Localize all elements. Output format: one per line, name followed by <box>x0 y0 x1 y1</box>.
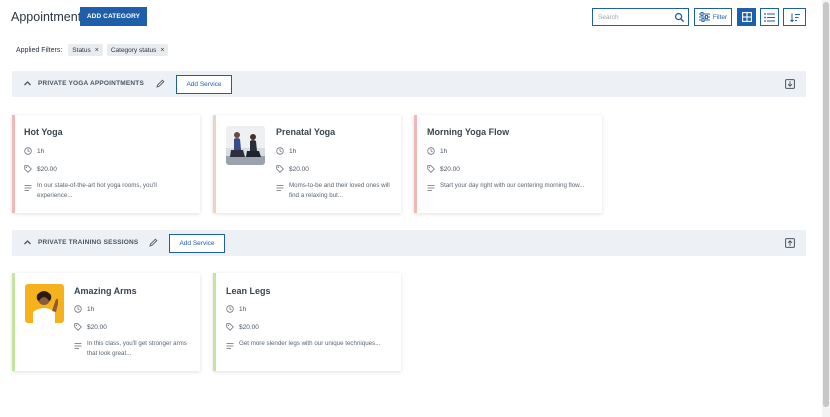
service-price: $20.00 <box>427 165 460 173</box>
description-icon <box>226 343 234 349</box>
service-description: Moms-to-be and their loved ones will fin… <box>289 182 390 199</box>
price-tag-icon <box>74 323 82 331</box>
duration-value: 1h <box>440 147 448 155</box>
service-title: Amazing Arms <box>74 286 137 296</box>
service-image <box>226 126 265 165</box>
price-tag-icon <box>276 165 284 173</box>
service-card[interactable]: Amazing Arms 1h $20.00 In this class, yo… <box>12 273 200 371</box>
clock-icon <box>427 147 435 155</box>
service-title: Morning Yoga Flow <box>427 127 510 137</box>
sort-button[interactable] <box>783 8 806 26</box>
description-icon <box>74 343 82 349</box>
add-service-button[interactable]: Add Service <box>169 234 225 253</box>
service-image <box>25 284 64 323</box>
sliders-icon <box>698 12 710 22</box>
applied-filters-label: Applied Filters: <box>16 46 63 54</box>
duration-value: 1h <box>289 147 297 155</box>
service-description: In this class, you'll get stronger arms … <box>87 340 187 357</box>
grid-view-button[interactable] <box>737 8 756 26</box>
clock-icon <box>24 147 32 155</box>
clock-icon <box>74 305 82 313</box>
filter-chip-status: Status × <box>68 44 103 56</box>
add-category-button[interactable]: ADD CATEGORY <box>80 7 147 26</box>
clock-icon <box>226 305 234 313</box>
price-value: $20.00 <box>239 323 259 331</box>
service-card[interactable]: Prenatal Yoga 1h $20.00 Moms-to-be and t… <box>213 115 401 213</box>
service-card[interactable]: Hot Yoga 1h $20.00 In our state-of-the-a… <box>12 115 200 213</box>
description-icon <box>24 185 32 191</box>
price-value: $20.00 <box>440 165 460 173</box>
description-icon <box>427 185 435 191</box>
service-duration: 1h <box>24 147 44 155</box>
price-tag-icon <box>24 165 32 173</box>
close-icon[interactable]: × <box>95 47 99 54</box>
service-duration: 1h <box>276 147 296 155</box>
service-title: Hot Yoga <box>24 127 63 137</box>
service-card[interactable]: Lean Legs 1h $20.00 Get more slender leg… <box>213 273 401 371</box>
chevron-up-icon[interactable] <box>23 79 32 88</box>
price-tag-icon <box>427 165 435 173</box>
service-title: Lean Legs <box>226 286 271 296</box>
scrollbar-thumb[interactable] <box>823 2 829 407</box>
list-view-button[interactable] <box>760 8 779 26</box>
duration-value: 1h <box>87 305 95 313</box>
service-price: $20.00 <box>226 323 259 331</box>
page-title: Appointments <box>11 10 88 24</box>
service-price: $20.00 <box>276 165 309 173</box>
price-value: $20.00 <box>289 165 309 173</box>
category-section-header: PRIVATE TRAINING SESSIONS Add Service <box>12 230 806 256</box>
service-duration: 1h <box>226 305 246 313</box>
service-card[interactable]: Morning Yoga Flow 1h $20.00 Start your d… <box>414 115 602 213</box>
filter-label: Filter <box>712 13 728 21</box>
vertical-scrollbar[interactable] <box>822 0 830 417</box>
service-price: $20.00 <box>24 165 57 173</box>
search-icon[interactable] <box>674 12 685 23</box>
service-duration: 1h <box>427 147 447 155</box>
close-icon[interactable]: × <box>160 47 164 54</box>
search-input[interactable] <box>593 13 673 21</box>
service-duration: 1h <box>74 305 94 313</box>
filter-button[interactable]: Filter <box>694 8 732 26</box>
collapse-up-icon[interactable] <box>785 238 795 248</box>
collapse-down-icon[interactable] <box>785 79 795 89</box>
filter-chip-category-status: Category status × <box>106 44 169 56</box>
filter-chip-label: Status <box>72 46 91 54</box>
duration-value: 1h <box>239 305 247 313</box>
applied-filters: Applied Filters: Status × Category statu… <box>16 44 172 56</box>
category-section-header: PRIVATE YOGA APPOINTMENTS Add Service <box>12 71 806 97</box>
chevron-up-icon[interactable] <box>23 238 32 247</box>
duration-value: 1h <box>37 147 45 155</box>
filter-chip-label: Category status <box>110 46 157 54</box>
pencil-icon[interactable] <box>156 79 165 88</box>
grid-icon <box>741 12 752 22</box>
price-value: $20.00 <box>37 165 57 173</box>
top-bar: Appointments ADD CATEGORY Filter <box>0 0 830 36</box>
service-description: Get more slender legs with our unique te… <box>239 340 381 347</box>
list-icon <box>764 12 775 22</box>
pencil-icon[interactable] <box>149 238 158 247</box>
service-title: Prenatal Yoga <box>276 127 336 137</box>
clock-icon <box>276 147 284 155</box>
add-service-button[interactable]: Add Service <box>176 75 232 94</box>
service-description: Start your day right with our centering … <box>440 182 585 189</box>
category-title: PRIVATE TRAINING SESSIONS <box>38 239 139 246</box>
service-price: $20.00 <box>74 323 107 331</box>
price-value: $20.00 <box>87 323 107 331</box>
service-description: In our state-of-the-art hot yoga rooms, … <box>37 182 157 199</box>
search-box[interactable] <box>592 8 689 26</box>
sort-icon <box>789 13 800 22</box>
category-title: PRIVATE YOGA APPOINTMENTS <box>38 80 145 87</box>
price-tag-icon <box>226 323 234 331</box>
description-icon <box>276 185 284 191</box>
